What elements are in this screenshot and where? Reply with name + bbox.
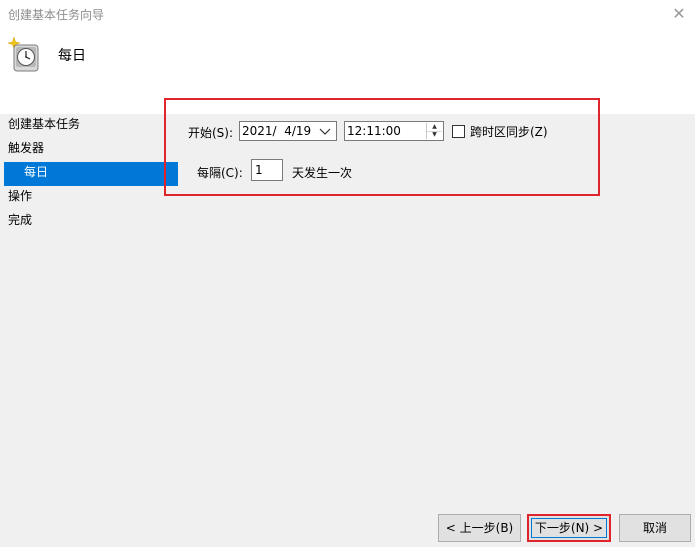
annotation-highlight [164,98,600,196]
nav-item-label: 完成 [8,213,33,227]
recur-days-input[interactable]: 1 [251,159,283,181]
close-button[interactable]: ✕ [669,4,689,24]
cancel-button[interactable]: 取消 [619,514,691,542]
nav-item-label: 操作 [8,189,33,203]
wizard-window: 创建基本任务向导 ✕ 每日 创建基本任务 触发器 每日 操作 完成 开始(S):… [0,0,695,547]
recur-days-value: 1 [255,163,263,177]
recur-label: 每隔(C): [197,166,243,180]
nav-item-daily[interactable]: 每日 [4,162,178,186]
clock-icon [6,36,42,72]
nav-item-label: 创建基本任务 [8,117,81,131]
nav-item-action[interactable]: 操作 [0,186,178,210]
sync-timezones-checkbox[interactable] [452,125,465,138]
page-title: 每日 [58,48,86,64]
nav-item-label: 触发器 [8,141,45,155]
start-date-value: 2021/ 4/19 [242,124,312,138]
next-button-label: 下一步(N) > [531,518,607,538]
nav-item-finish[interactable]: 完成 [0,210,178,234]
start-date-picker[interactable]: 2021/ 4/19 [239,121,337,141]
nav-item-trigger[interactable]: 触发器 [0,138,178,162]
spin-down-icon[interactable]: ▼ [427,131,442,139]
nav-item-create-basic-task[interactable]: 创建基本任务 [0,114,178,138]
start-label: 开始(S): [188,126,234,140]
start-time-field[interactable]: 12:11:00 ▲ ▼ [344,121,444,141]
sync-timezones-label[interactable]: 跨时区同步(Z) [470,124,548,140]
next-button[interactable]: 下一步(N) > [527,514,611,542]
prev-button[interactable]: < 上一步(B) [438,514,521,542]
chevron-down-icon[interactable] [318,123,332,139]
recur-suffix: 天发生一次 [292,166,353,180]
window-title: 创建基本任务向导 [8,8,105,22]
nav-item-label: 每日 [24,165,49,179]
time-spinner: ▲ ▼ [426,123,442,139]
title-bar: 创建基本任务向导 ✕ [0,0,695,30]
wizard-steps-nav: 创建基本任务 触发器 每日 操作 完成 [0,114,178,234]
start-time-value: 12:11:00 [347,124,401,138]
